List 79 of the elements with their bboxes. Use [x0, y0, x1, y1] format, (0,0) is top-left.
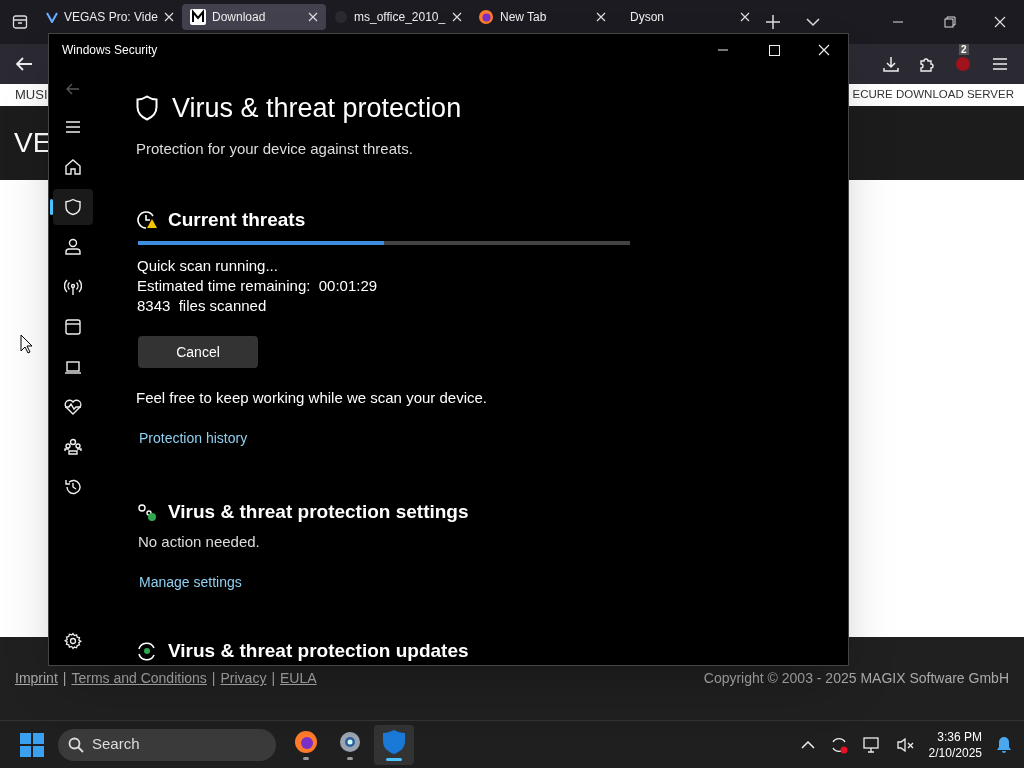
- laptop-icon: [64, 358, 82, 376]
- page-heading: Virus & threat protection: [172, 93, 462, 123]
- antenna-icon: [64, 278, 82, 296]
- speaker-muted-icon[interactable]: [896, 736, 915, 753]
- status-text: No action needed.: [138, 532, 261, 552]
- clock-date[interactable]: 2/10/2025: [928, 744, 982, 761]
- new-tab-icon[interactable]: [766, 15, 780, 29]
- shield-icon: [382, 728, 406, 755]
- close-icon[interactable]: [818, 44, 830, 56]
- footer-link[interactable]: EULA: [280, 668, 317, 689]
- nav-item[interactable]: [53, 189, 93, 225]
- close-tab-icon[interactable]: [452, 12, 462, 22]
- app-window-icon: [64, 318, 82, 336]
- cancel-button[interactable]: Cancel: [138, 336, 258, 368]
- back-icon[interactable]: [15, 56, 33, 72]
- hamburger-icon: [64, 118, 82, 136]
- section-heading: Virus & threat protection settings: [168, 499, 469, 524]
- window-title: Windows Security: [62, 42, 158, 59]
- m-logo-icon: [190, 9, 206, 25]
- menu-item[interactable]: ECURE DOWNLOAD SERVER: [852, 86, 1014, 104]
- home-icon: [64, 158, 82, 176]
- download-icon[interactable]: [882, 55, 900, 73]
- scan-status-text: Estimated time remaining: 00:01:29: [137, 276, 379, 296]
- refresh-check-icon: [136, 640, 158, 661]
- mouse-pointer-icon: [20, 334, 33, 354]
- person-icon: [64, 238, 82, 256]
- extension-badge: 2: [959, 44, 969, 55]
- menu-icon[interactable]: [992, 57, 1008, 71]
- history-icon: [64, 478, 82, 496]
- footer-link[interactable]: Terms and Conditions: [71, 668, 207, 689]
- v-logo-icon: [46, 11, 58, 23]
- separator: |: [62, 669, 67, 688]
- close-tab-icon[interactable]: [596, 12, 606, 22]
- page-subtitle: Protection for your device against threats.: [136, 139, 414, 159]
- firefox-icon: [478, 9, 494, 25]
- menu-item[interactable]: MUSI: [15, 85, 48, 105]
- site-logo-text: VE: [14, 126, 52, 160]
- tab-list-icon[interactable]: [12, 14, 28, 30]
- search-field[interactable]: Search: [58, 728, 276, 761]
- browser-tab[interactable]: VEGAS Pro: Vide: [38, 4, 182, 30]
- footer-link[interactable]: Privacy: [220, 668, 267, 689]
- info-text: Feel free to keep working while we scan your device.: [136, 388, 488, 408]
- scan-status-text: 8343 files scanned: [137, 296, 268, 316]
- search-icon: [68, 736, 84, 753]
- chevron-up-icon[interactable]: [800, 739, 815, 750]
- browser-tab[interactable]: New Tab: [470, 4, 614, 30]
- clock-time[interactable]: 3:36 PM: [937, 728, 982, 745]
- protection-history-link[interactable]: Protection history: [139, 427, 248, 449]
- settings-icon[interactable]: [64, 632, 82, 650]
- heart-pulse-icon: [64, 398, 82, 416]
- puzzle-icon[interactable]: [918, 55, 936, 73]
- browser-tab[interactable]: Download: [182, 4, 326, 30]
- threat-warning-icon: [136, 209, 158, 230]
- back-arrow-icon[interactable]: [66, 83, 80, 95]
- separator: |: [211, 669, 216, 688]
- bell-icon[interactable]: [996, 735, 1012, 754]
- restore-icon[interactable]: [944, 16, 956, 28]
- close-tab-icon[interactable]: [308, 12, 318, 22]
- scan-status-text: Quick scan running...: [137, 256, 279, 276]
- close-tab-icon[interactable]: [740, 12, 750, 22]
- shield-icon: [136, 95, 158, 121]
- close-tab-icon[interactable]: [164, 12, 174, 22]
- browser-tab[interactable]: ms_office_2010_: [326, 4, 470, 30]
- browser-tab[interactable]: Dyson: [614, 4, 758, 30]
- start-icon[interactable]: [20, 732, 44, 757]
- close-icon[interactable]: [994, 16, 1006, 28]
- section-heading: Current threats: [168, 207, 306, 232]
- separator: |: [271, 669, 276, 688]
- manage-settings-link[interactable]: Manage settings: [139, 571, 242, 593]
- maximize-icon[interactable]: [769, 44, 780, 56]
- shield-icon: [64, 198, 82, 216]
- section-heading: Virus & threat protection updates: [168, 641, 469, 660]
- tab-list-caret-icon[interactable]: [806, 17, 820, 27]
- footer-link[interactable]: Imprint: [15, 668, 58, 689]
- taskbar-app[interactable]: [374, 724, 414, 765]
- family-icon: [64, 438, 82, 456]
- copyright-text: Copyright © 2003 - 2025 MAGIX Software GmbH: [703, 669, 1009, 688]
- firefox-icon: [294, 729, 318, 754]
- search-placeholder: Search: [92, 734, 140, 755]
